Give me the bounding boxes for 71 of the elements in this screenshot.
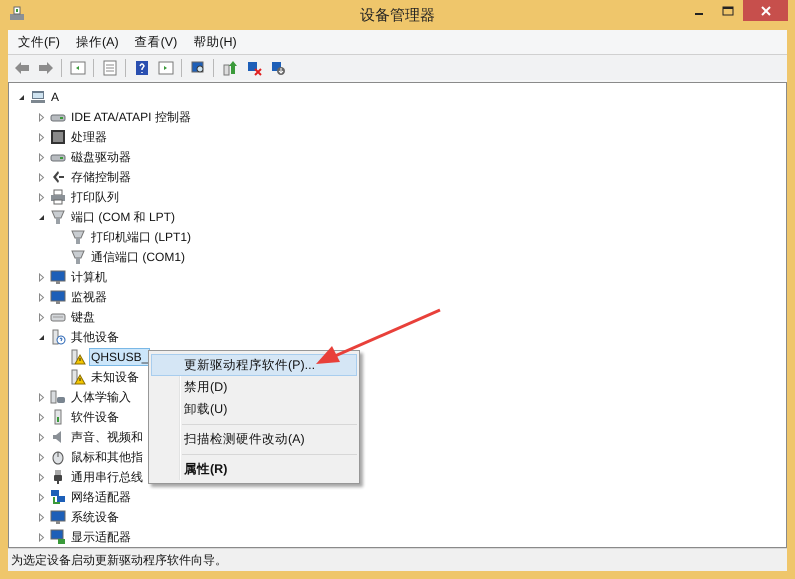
tree-item[interactable]: QHSUSB_ — [89, 348, 150, 366]
minimize-icon — [694, 12, 702, 14]
device-question-icon — [50, 329, 66, 345]
port-icon — [50, 209, 66, 225]
collapse-arrow-icon[interactable] — [37, 332, 46, 342]
expand-arrow-icon[interactable] — [37, 432, 46, 442]
tree-item[interactable]: 打印队列 — [69, 186, 121, 208]
close-button[interactable] — [743, 0, 788, 21]
tree-item[interactable]: 计算机 — [69, 266, 109, 288]
tree-item[interactable]: 键盘 — [69, 306, 97, 328]
status-text: 为选定设备启动更新驱动程序软件向导。 — [8, 548, 787, 571]
tree-item[interactable]: 存储控制器 — [69, 166, 133, 188]
expand-arrow-icon[interactable] — [37, 132, 46, 142]
expand-arrow-icon[interactable] — [37, 112, 46, 122]
context-menu-item[interactable]: 卸载(U) — [151, 398, 357, 420]
maximize-icon — [722, 6, 734, 16]
monitor-icon — [50, 289, 66, 305]
tree-item[interactable]: 磁盘驱动器 — [69, 146, 133, 168]
tree-item[interactable]: 处理器 — [69, 126, 109, 148]
tree-item[interactable]: 鼠标和其他指 — [69, 446, 145, 468]
printer-icon — [50, 189, 66, 205]
tree-item[interactable]: 显示适配器 — [69, 526, 133, 547]
tree-item[interactable]: 声音、视频和 — [69, 426, 145, 448]
expand-arrow-icon[interactable] — [37, 512, 46, 522]
expand-arrow-icon[interactable] — [37, 272, 46, 282]
monitor-icon — [50, 509, 66, 525]
close-icon — [760, 6, 770, 16]
chip-icon — [50, 129, 66, 145]
tree-item[interactable]: 监视器 — [69, 286, 109, 308]
tree-item[interactable]: 系统设备 — [69, 506, 121, 528]
expand-arrow-icon[interactable] — [37, 392, 46, 402]
expand-arrow-icon[interactable] — [37, 412, 46, 422]
context-menu-item[interactable]: 扫描检测硬件改动(A) — [151, 428, 357, 450]
tree-item[interactable]: 其他设备 — [69, 326, 121, 348]
expand-arrow-icon[interactable] — [37, 152, 46, 162]
expand-arrow-icon[interactable] — [37, 532, 46, 542]
monitor-icon — [50, 269, 66, 285]
joystick-icon — [50, 389, 66, 405]
menu-item[interactable]: 操作(A) — [68, 34, 127, 50]
network-icon — [50, 489, 66, 505]
tree-item[interactable]: 未知设备 — [89, 366, 141, 388]
display-adapter-icon — [50, 529, 66, 545]
context-menu-item[interactable]: 属性(R) — [151, 458, 357, 480]
menu-item[interactable]: 查看(V) — [126, 34, 186, 50]
device-manager-icon — [8, 5, 26, 23]
expand-arrow-icon[interactable] — [37, 172, 46, 182]
tree-item[interactable]: 人体学输入 — [69, 386, 133, 408]
tree-item[interactable]: 软件设备 — [69, 406, 121, 428]
computer-icon — [30, 89, 46, 105]
expand-arrow-icon[interactable] — [37, 492, 46, 502]
expand-arrow-icon[interactable] — [37, 292, 46, 302]
window-title: 设备管理器 — [360, 6, 435, 25]
expand-arrow-icon[interactable] — [37, 192, 46, 202]
context-menu-item[interactable]: 更新驱动程序软件(P)... — [151, 354, 357, 376]
tree-item[interactable]: 通信端口 (COM1) — [89, 246, 187, 268]
tree-item[interactable]: A — [49, 88, 62, 106]
tree-item[interactable]: 网络适配器 — [69, 486, 133, 508]
collapse-arrow-icon[interactable] — [37, 212, 46, 222]
menu-item[interactable]: 文件(F) — [10, 34, 68, 50]
context-menu-item[interactable]: 禁用(D) — [151, 376, 357, 398]
expand-arrow-icon[interactable] — [37, 452, 46, 462]
tree-item[interactable]: 打印机端口 (LPT1) — [89, 226, 194, 248]
collapse-arrow-icon[interactable] — [17, 92, 26, 102]
expand-arrow-icon[interactable] — [37, 472, 46, 482]
expand-arrow-icon[interactable] — [37, 312, 46, 322]
storage-icon — [50, 169, 66, 185]
menu-item[interactable]: 帮助(H) — [185, 34, 245, 50]
tree-item[interactable]: 通用串行总线 — [69, 466, 145, 488]
tree-item[interactable]: IDE ATA/ATAPI 控制器 — [69, 106, 193, 128]
tree-item[interactable]: 端口 (COM 和 LPT) — [69, 206, 177, 228]
mouse-icon — [50, 449, 66, 465]
